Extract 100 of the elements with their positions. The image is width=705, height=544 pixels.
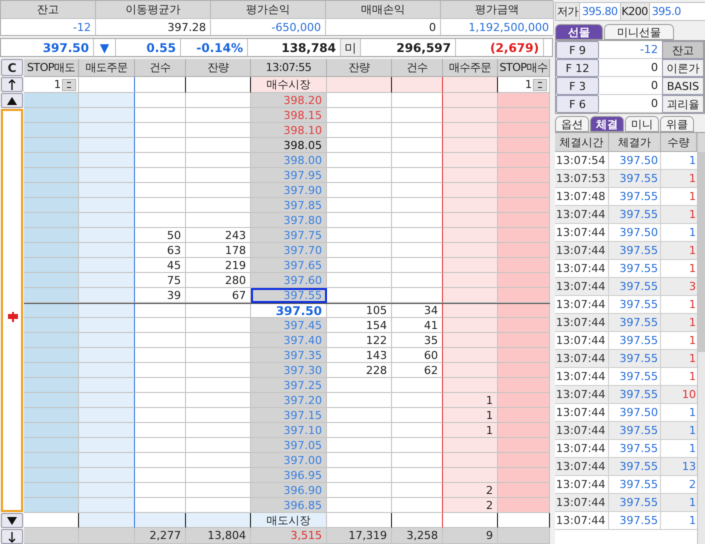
- table-cell: 34: [392, 304, 443, 318]
- page-down-button[interactable]: [1, 513, 23, 528]
- quote-label: 미: [341, 39, 361, 56]
- quote-value: 0.55: [116, 39, 181, 56]
- price-cell: 397.20: [251, 393, 327, 408]
- table-cell: [443, 348, 498, 363]
- price-cell: 397.50: [251, 304, 327, 318]
- total-cell: 13,804: [186, 528, 251, 544]
- table-cell: [79, 153, 135, 168]
- view-button[interactable]: 괴리율: [662, 95, 704, 113]
- tab[interactable]: 체결: [590, 116, 624, 132]
- view-button[interactable]: BASIS: [662, 77, 704, 95]
- table-cell: [79, 168, 135, 183]
- table-cell: [135, 168, 186, 183]
- table-cell: [392, 408, 443, 423]
- table-cell: [186, 93, 251, 108]
- column-header: 평가손익: [211, 1, 326, 18]
- table-cell: 35: [392, 333, 443, 348]
- table-cell: [135, 123, 186, 138]
- buy-market-button[interactable]: 매수시장: [251, 77, 327, 93]
- sell-market-button[interactable]: 매도시장: [251, 513, 327, 528]
- table-cell: [327, 438, 392, 453]
- table-cell: 0: [326, 18, 441, 35]
- scroll-top-button[interactable]: [1, 77, 23, 92]
- table-cell: [79, 93, 135, 108]
- table-cell: [79, 333, 135, 348]
- table-cell: [443, 258, 498, 273]
- reset-button[interactable]: C: [1, 59, 23, 76]
- table-cell: [498, 168, 550, 183]
- table-cell: 1,192,500,000: [441, 18, 554, 35]
- table-cell: [24, 513, 79, 528]
- total-cell: 3,258: [392, 528, 443, 544]
- table-cell: [327, 138, 392, 153]
- table-cell: [392, 393, 443, 408]
- table-cell: [79, 258, 135, 273]
- table-cell: [327, 483, 392, 498]
- table-cell: [498, 438, 550, 453]
- table-cell: 243: [186, 228, 251, 243]
- table-cell: [24, 483, 79, 498]
- total-cell: 17,319: [327, 528, 392, 544]
- table-cell: [186, 153, 251, 168]
- table-cell: [392, 123, 443, 138]
- table-cell: 2: [443, 498, 498, 513]
- table-cell: 280: [186, 273, 251, 288]
- price-cell: 397.00: [251, 453, 327, 468]
- table-cell: [79, 393, 135, 408]
- table-cell: [24, 468, 79, 483]
- table-cell: [327, 183, 392, 198]
- scrollbar[interactable]: [697, 133, 705, 544]
- spin-icon[interactable]: [533, 78, 547, 90]
- table-cell: [443, 228, 498, 243]
- spin-icon[interactable]: [62, 78, 76, 90]
- table-cell: [79, 243, 135, 258]
- table-cell: -12: [1, 18, 96, 35]
- column-header: 이동평균가: [96, 1, 211, 18]
- table-cell: [392, 258, 443, 273]
- table-cell: [135, 423, 186, 438]
- contract-button[interactable]: F 9: [556, 41, 599, 59]
- price-cell: 398.10: [251, 123, 327, 138]
- tab[interactable]: 위클: [660, 116, 694, 132]
- tab[interactable]: 선물: [555, 24, 603, 40]
- table-cell: [443, 453, 498, 468]
- table-cell: [498, 318, 550, 333]
- table-cell: [79, 273, 135, 288]
- table-cell: [135, 483, 186, 498]
- scroll-bottom-button[interactable]: [1, 529, 23, 544]
- table-cell: [498, 378, 550, 393]
- contract-button[interactable]: F 3: [556, 77, 599, 95]
- tab[interactable]: 미니: [625, 116, 659, 132]
- contract-button[interactable]: F 12: [556, 59, 599, 77]
- table-cell: [79, 108, 135, 123]
- quantity-spinner[interactable]: 1: [24, 77, 79, 93]
- table-cell: [135, 138, 186, 153]
- table-cell: 63: [135, 243, 186, 258]
- view-button[interactable]: 잔고: [662, 41, 704, 59]
- table-cell: [498, 198, 550, 213]
- table-cell: [327, 468, 392, 483]
- table-cell: [79, 483, 135, 498]
- contract-button[interactable]: F 6: [556, 95, 599, 113]
- table-cell: [24, 438, 79, 453]
- view-button[interactable]: 이론가: [662, 59, 704, 77]
- quantity-spinner[interactable]: 1: [498, 77, 550, 93]
- page-up-button[interactable]: [1, 93, 23, 108]
- table-cell: [327, 288, 392, 303]
- tab[interactable]: 옵션: [555, 116, 589, 132]
- table-cell: [79, 183, 135, 198]
- table-cell: [443, 77, 498, 93]
- table-cell: [498, 498, 550, 513]
- table-cell: [186, 183, 251, 198]
- column-header: 13:07:55: [251, 59, 327, 77]
- price-cell: 396.95: [251, 468, 327, 483]
- tab[interactable]: 미니선물: [604, 24, 674, 40]
- table-cell: [327, 273, 392, 288]
- table-cell: [443, 273, 498, 288]
- table-cell: [24, 348, 79, 363]
- quote-value: 395.80: [581, 4, 618, 20]
- table-cell: [443, 318, 498, 333]
- table-cell: [79, 77, 135, 93]
- table-cell: [186, 393, 251, 408]
- price-cell: 397.85: [251, 198, 327, 213]
